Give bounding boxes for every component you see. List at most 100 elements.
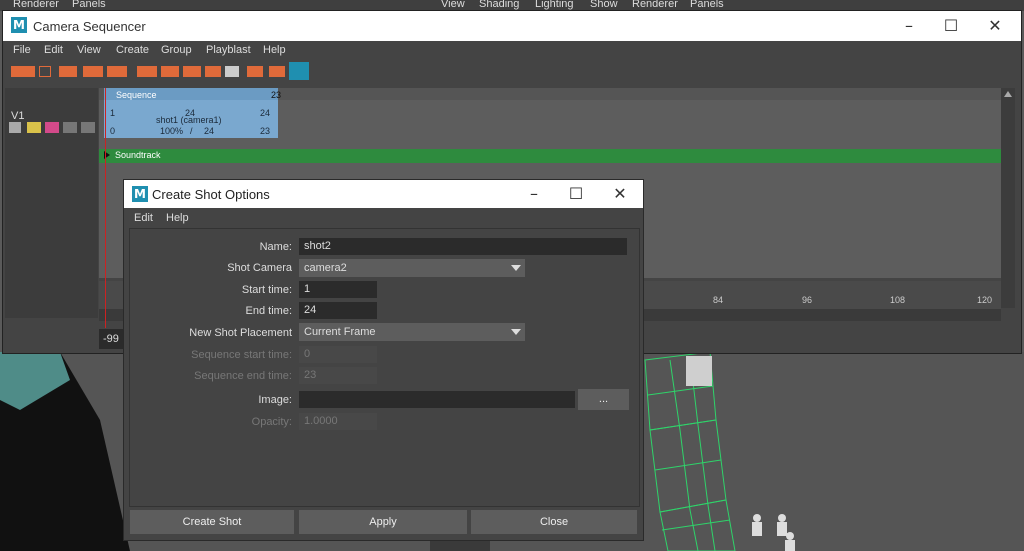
- end-time-label: End time:: [245, 305, 292, 317]
- seq-end-label: Sequence end time:: [194, 370, 292, 382]
- shot-start: 1: [110, 108, 116, 118]
- ruler-tick-108: 108: [890, 295, 906, 305]
- dialog-titlebar[interactable]: M Create Shot Options – ☐ ✕: [124, 180, 643, 208]
- image-label: Image:: [258, 394, 292, 406]
- tool-roll-icon[interactable]: [183, 66, 201, 77]
- menu-help[interactable]: Help: [263, 44, 286, 56]
- menu-shading[interactable]: Shading: [479, 0, 519, 10]
- sequence-end: 23: [271, 90, 282, 100]
- shot-name: shot1 (camera1): [156, 115, 222, 125]
- sequencer-menubar: File Edit View Create Group Playblast He…: [3, 41, 1021, 59]
- opacity-label: Opacity:: [251, 416, 292, 428]
- seq-start-label: Sequence start time:: [191, 349, 292, 361]
- soundtrack-label: Soundtrack: [115, 150, 161, 160]
- dialog-menu-edit[interactable]: Edit: [134, 212, 153, 224]
- tool-shot-icon[interactable]: [11, 66, 35, 77]
- tool-ripple-icon[interactable]: [107, 66, 127, 77]
- menu-playblast[interactable]: Playblast: [206, 44, 251, 56]
- ruler-tick-84: 84: [713, 295, 724, 305]
- placement-label: New Shot Placement: [189, 327, 292, 339]
- apply-button[interactable]: Apply: [299, 510, 467, 534]
- shot-camera-label: Shot Camera: [227, 262, 292, 274]
- menu-lighting[interactable]: Lighting: [535, 0, 574, 10]
- close-icon[interactable]: ✕: [975, 11, 1015, 41]
- scroll-up-icon[interactable]: [1004, 91, 1012, 97]
- soundtrack-track[interactable]: Soundtrack: [99, 149, 1001, 163]
- track-header-panel: V1: [5, 88, 98, 318]
- shot-end-top: 24: [260, 108, 271, 118]
- sequencer-title: Camera Sequencer: [33, 19, 146, 34]
- sequencer-titlebar[interactable]: M Camera Sequencer – ☐ ✕: [3, 11, 1021, 41]
- menu-panels[interactable]: Panels: [72, 0, 106, 10]
- seq-end-field: 23: [299, 367, 377, 384]
- menu-edit[interactable]: Edit: [44, 44, 63, 56]
- opacity-field: 1.0000: [299, 413, 377, 430]
- menu-group[interactable]: Group: [161, 44, 192, 56]
- close-icon[interactable]: ✕: [600, 180, 640, 208]
- maximize-icon[interactable]: ☐: [556, 180, 596, 208]
- placement-dropdown[interactable]: Current Frame: [299, 323, 525, 341]
- minimize-icon[interactable]: –: [514, 180, 554, 208]
- start-time-field[interactable]: 1: [299, 281, 377, 298]
- menu-create[interactable]: Create: [116, 44, 149, 56]
- menu-panels-2[interactable]: Panels: [690, 0, 724, 10]
- create-shot-button[interactable]: Create Shot: [130, 510, 294, 534]
- placement-value: Current Frame: [304, 326, 376, 338]
- tool-range-icon[interactable]: [39, 66, 51, 77]
- maya-logo-icon: M: [11, 17, 27, 33]
- maya-logo-icon: M: [132, 186, 148, 202]
- end-time-field[interactable]: 24: [299, 302, 377, 319]
- shot-scale: 100%: [160, 126, 184, 136]
- shot-slash: /: [190, 126, 193, 136]
- menu-renderer[interactable]: Renderer: [13, 0, 59, 10]
- seq-start-field: 0: [299, 346, 377, 363]
- menu-view[interactable]: View: [441, 0, 465, 10]
- up-icon[interactable]: [63, 122, 77, 133]
- close-button[interactable]: Close: [471, 510, 637, 534]
- lock-icon[interactable]: [9, 122, 21, 133]
- minimize-icon[interactable]: –: [889, 11, 929, 41]
- down-icon[interactable]: [81, 122, 95, 133]
- dialog-title: Create Shot Options: [152, 187, 270, 202]
- ruler-tick-120: 120: [977, 295, 993, 305]
- name-label: Name:: [259, 241, 292, 253]
- dialog-form: Name: shot2 Shot Camera camera2 Start ti…: [129, 228, 640, 507]
- ruler-tick-96: 96: [802, 295, 813, 305]
- shot-zero: 0: [110, 126, 116, 136]
- tool-split-icon[interactable]: [59, 66, 77, 77]
- browse-button[interactable]: ...: [578, 389, 629, 410]
- sequencer-toolbar: [3, 60, 1021, 84]
- menu-file[interactable]: File: [13, 44, 31, 56]
- solo-icon[interactable]: [45, 122, 59, 133]
- tool-trim-icon[interactable]: [83, 66, 103, 77]
- sequence-label: Sequence: [116, 90, 157, 100]
- playhead-line[interactable]: [105, 88, 106, 328]
- start-time-label: Start time:: [241, 284, 292, 296]
- vertical-scrollbar[interactable]: [1001, 88, 1015, 308]
- tool-frame-icon[interactable]: [225, 66, 239, 77]
- chevron-down-icon: [511, 265, 521, 271]
- shot-clip[interactable]: Sequence 23 1 24 24 shot1 (camera1) 0 10…: [104, 88, 282, 138]
- shot-camera-value: camera2: [304, 262, 347, 274]
- dialog-menu-help[interactable]: Help: [166, 212, 189, 224]
- tool-slide-icon[interactable]: [161, 66, 179, 77]
- shot-dur: 24: [204, 126, 215, 136]
- tool-slip-icon[interactable]: [137, 66, 157, 77]
- shot-body: 1 24 24 shot1 (camera1) 0 100% / 24 23: [104, 100, 278, 138]
- create-shot-options-dialog: M Create Shot Options – ☐ ✕ Edit Help Na…: [123, 179, 644, 541]
- maximize-icon[interactable]: ☐: [931, 11, 971, 41]
- menu-show[interactable]: Show: [590, 0, 618, 10]
- tool-group-icon[interactable]: [247, 66, 263, 77]
- tool-mode-icon[interactable]: [289, 62, 309, 80]
- menu-view[interactable]: View: [77, 44, 101, 56]
- shot-camera-dropdown[interactable]: camera2: [299, 259, 525, 277]
- image-field[interactable]: [299, 391, 575, 408]
- track-label: V1: [11, 110, 25, 122]
- chevron-down-icon: [511, 329, 521, 335]
- tool-ungroup-icon[interactable]: [269, 66, 285, 77]
- tool-move-icon[interactable]: [205, 66, 221, 77]
- mute-icon[interactable]: [27, 122, 41, 133]
- menu-renderer-2[interactable]: Renderer: [632, 0, 678, 10]
- name-field[interactable]: shot2: [299, 238, 627, 255]
- shot-end: 23: [260, 126, 271, 136]
